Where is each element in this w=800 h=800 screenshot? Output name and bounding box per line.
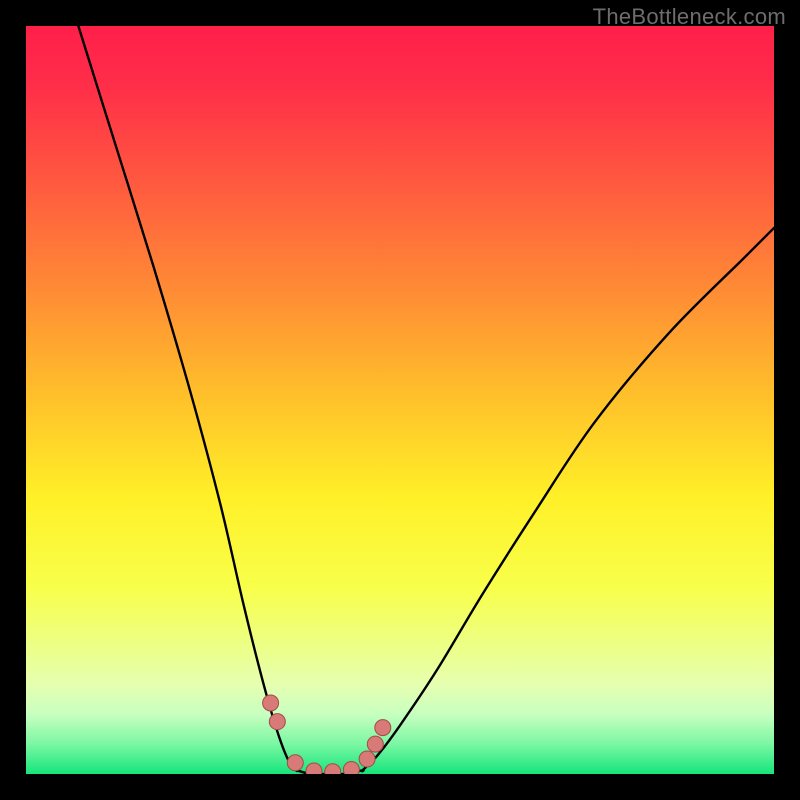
plot-area [26, 26, 774, 774]
valley-marker [359, 751, 375, 767]
valley-markers [263, 695, 391, 774]
valley-marker [287, 755, 303, 771]
valley-marker [306, 763, 322, 774]
curve-layer [26, 26, 774, 774]
valley-marker [375, 720, 391, 736]
valley-marker [367, 736, 383, 752]
chart-frame: TheBottleneck.com [0, 0, 800, 800]
valley-marker [325, 764, 341, 774]
valley-marker [263, 695, 279, 711]
watermark-text: TheBottleneck.com [593, 4, 786, 30]
valley-marker [343, 762, 359, 774]
valley-marker [269, 714, 285, 730]
bottleneck-curve [78, 26, 774, 774]
